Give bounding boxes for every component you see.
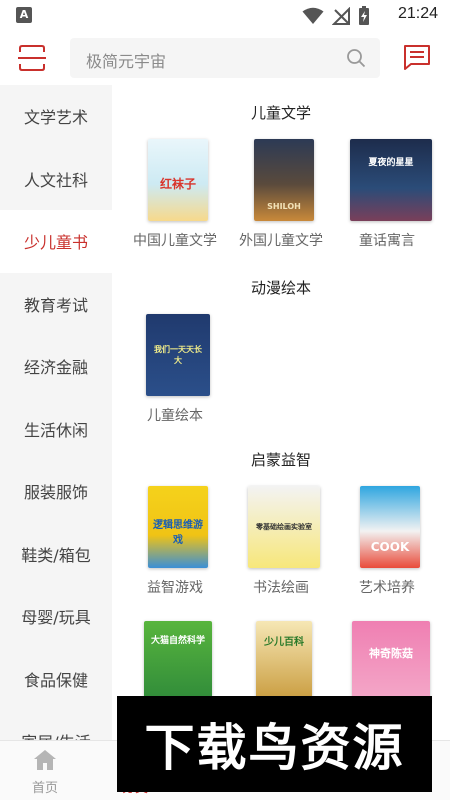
subcategory-grid: 红袜子 中国儿童文学 SHILOH 外国儿童文学 夏夜的星星 童话寓言	[112, 133, 450, 268]
subcategory-label: 艺术培养	[359, 580, 415, 596]
subcategory-item[interactable]: COOK 艺术培养	[334, 480, 440, 615]
subcategory-label: 儿童绘本	[147, 408, 203, 424]
cover-title: 神奇陈菇	[369, 647, 413, 660]
subcategory-item[interactable]: 零基础绘画实验室 书法绘画	[228, 480, 334, 615]
cover-title: 我们一天天长大	[154, 345, 202, 365]
category-sidebar: 文学艺术 人文社科 少儿童书 教育考试 经济金融 生活休闲 服装服饰 鞋类/箱包…	[0, 85, 112, 740]
status-bar: A 21:24	[0, 0, 450, 32]
subcategory-item[interactable]: 我们一天天长大 儿童绘本	[122, 308, 228, 443]
battery-charging-icon	[359, 6, 369, 25]
scan-icon[interactable]	[16, 42, 48, 74]
sidebar-item-home-life[interactable]: 家居/生活	[0, 710, 112, 740]
nav-home-label: 首页	[31, 781, 58, 796]
search-placeholder: 极简元宇宙	[86, 52, 167, 71]
cover-title: COOK	[370, 540, 410, 554]
cover-title: 夏夜的星星	[368, 158, 414, 168]
watermark-text: 下载鸟资源	[144, 719, 405, 777]
book-cover: 零基础绘画实验室	[248, 486, 320, 568]
book-cover: 少儿百科	[256, 621, 312, 703]
subcategory-label: 童话寓言	[359, 233, 415, 249]
book-cover: 大猫自然科学	[144, 621, 212, 703]
section-title: 儿童文学	[250, 104, 311, 122]
cover-title: 红袜子	[159, 177, 196, 191]
subcategory-grid: 我们一天天长大 儿童绘本	[112, 308, 450, 440]
sidebar-item-humanities[interactable]: 人文社科	[0, 148, 112, 211]
subcategory-label: 益智游戏	[147, 580, 203, 596]
cover-title: SHILOH	[267, 202, 301, 211]
sidebar-item-education[interactable]: 教育考试	[0, 273, 112, 336]
home-icon	[34, 750, 56, 770]
subcategory-item[interactable]: SHILOH 外国儿童文学	[228, 133, 334, 268]
section-title: 动漫绘本	[250, 279, 311, 297]
search-icon[interactable]	[346, 48, 366, 68]
subcategory-label: 中国儿童文学	[133, 233, 217, 249]
book-cover: 逻辑思维游戏	[148, 486, 208, 568]
app-screen: A 21:24 极简元宇宙 文学艺术 人文社科 少儿童书 教育考试 经济金融 生…	[0, 0, 450, 800]
subcategory-label: 书法绘画	[253, 580, 309, 596]
status-time: 21:24	[397, 5, 438, 22]
sidebar-item-finance[interactable]: 经济金融	[0, 335, 112, 398]
search-bar[interactable]: 极简元宇宙	[70, 38, 380, 78]
subcategory-item[interactable]: 夏夜的星星 童话寓言	[334, 133, 440, 268]
sidebar-item-apparel[interactable]: 服装服饰	[0, 460, 112, 523]
sidebar-item-childrens-books[interactable]: 少儿童书	[0, 210, 112, 273]
wifi-icon	[302, 7, 324, 24]
book-cover: COOK	[360, 486, 420, 568]
message-icon[interactable]	[402, 42, 432, 72]
sidebar-item-shoes-bags[interactable]: 鞋类/箱包	[0, 523, 112, 586]
subcategory-item[interactable]: 逻辑思维游戏 益智游戏	[122, 480, 228, 615]
sidebar-item-baby-toys[interactable]: 母婴/玩具	[0, 585, 112, 648]
cover-title: 大猫自然科学	[150, 636, 205, 646]
book-cover: 夏夜的星星	[350, 139, 432, 221]
top-bar: 极简元宇宙	[0, 32, 450, 84]
subcategory-panel: 儿童文学 红袜子 中国儿童文学 SHILOH 外国儿童文学 夏夜的星星 童话寓言	[112, 85, 450, 740]
no-signal-icon	[332, 7, 350, 25]
subcategory-item[interactable]: 红袜子 中国儿童文学	[122, 133, 228, 268]
cover-title: 少儿百科	[264, 637, 304, 648]
watermark-banner: 下载鸟资源	[117, 696, 432, 792]
book-cover: SHILOH	[254, 139, 314, 221]
book-cover: 我们一天天长大	[146, 314, 210, 396]
book-cover: 红袜子	[148, 139, 208, 221]
cover-title: 逻辑思维游戏	[153, 520, 203, 546]
app-notification-icon: A	[16, 7, 32, 23]
sidebar-item-literature[interactable]: 文学艺术	[0, 85, 112, 148]
section-title: 启蒙益智	[250, 451, 311, 469]
book-cover: 神奇陈菇	[352, 621, 430, 703]
sidebar-item-food-health[interactable]: 食品保健	[0, 648, 112, 711]
status-icons	[302, 6, 370, 26]
subcategory-label: 外国儿童文学	[239, 233, 323, 249]
nav-home[interactable]: 首页	[0, 741, 90, 800]
sidebar-item-leisure[interactable]: 生活休闲	[0, 398, 112, 461]
cover-title: 零基础绘画实验室	[256, 523, 312, 531]
